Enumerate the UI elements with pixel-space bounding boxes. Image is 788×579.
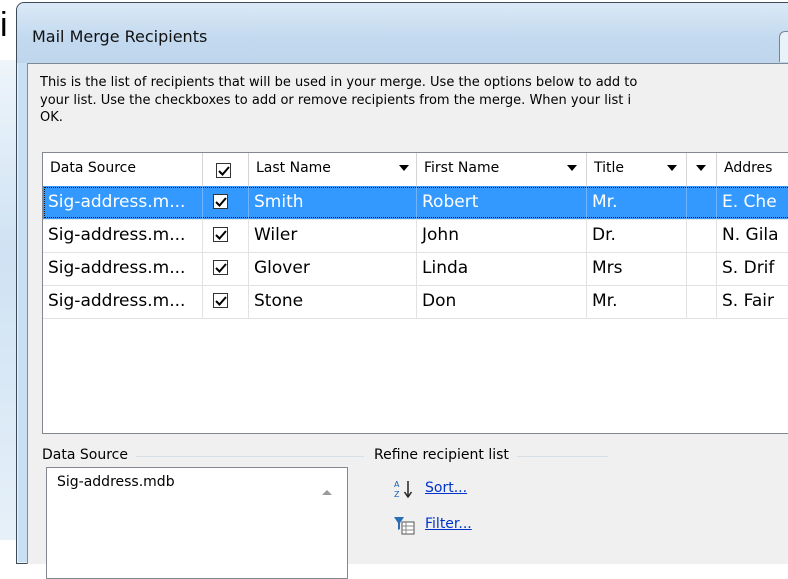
cell-include (203, 186, 249, 219)
cell-first-name: John (417, 219, 587, 252)
cell-data-source: Sig-address.m... (43, 219, 203, 252)
cell-address: S. Fair (722, 291, 774, 311)
chevron-down-icon[interactable] (567, 165, 577, 171)
include-checkbox[interactable] (213, 293, 228, 308)
data-source-item[interactable]: Sig-address.mdb (57, 474, 175, 490)
mail-merge-recipients-dialog: Mail Merge Recipients This is the list o… (16, 2, 788, 579)
cell-data-source: Sig-address.m... (43, 285, 203, 318)
cell-unnamed (687, 219, 717, 252)
grid-header: Data Source Last Name First Name Title A… (43, 153, 788, 187)
column-header-unnamed[interactable] (687, 153, 717, 186)
svg-text:Z: Z (394, 490, 400, 499)
check-mark-icon (218, 166, 230, 176)
check-mark-icon (215, 230, 227, 240)
check-mark-icon (215, 197, 227, 207)
data-source-label: Data Source (42, 447, 136, 463)
cell-last-name: Wiler (249, 219, 417, 252)
instructions-line-3: OK. (40, 110, 63, 125)
include-checkbox[interactable] (213, 194, 228, 209)
refine-recipient-list-label: Refine recipient list (374, 447, 517, 463)
chevron-down-icon[interactable] (696, 165, 706, 171)
cell-first-name: Linda (417, 252, 587, 285)
data-source-list[interactable]: Sig-address.mdb (46, 467, 348, 579)
chevron-down-icon[interactable] (399, 165, 409, 171)
cell-include (203, 219, 249, 252)
cell-include (203, 252, 249, 285)
filter-icon (394, 517, 415, 535)
cell-title: Dr. (587, 219, 687, 252)
instructions-line-1: This is the list of recipients that will… (40, 75, 638, 90)
filter-link[interactable]: Filter... (425, 516, 472, 532)
cell-unnamed (687, 186, 717, 219)
cell-first-name: Robert (417, 186, 587, 219)
column-header-address[interactable]: Addres (717, 153, 788, 186)
cell-last-name: Stone (249, 285, 417, 318)
title-bar[interactable]: Mail Merge Recipients (17, 3, 788, 63)
recipient-row[interactable]: Sig-address.m... Wiler John Dr. N. Gila (43, 219, 788, 253)
cell-unnamed (687, 285, 717, 318)
scroll-up-icon[interactable] (322, 490, 332, 495)
cell-title: Mr. (587, 285, 687, 318)
cell-data-source: Sig-address.m... (43, 186, 203, 219)
instructions-text: This is the list of recipients that will… (40, 74, 788, 127)
svg-text:A: A (394, 480, 400, 489)
cell-address: N. Gila (722, 225, 779, 245)
recipient-row[interactable]: Sig-address.m... Glover Linda Mrs S. Dri… (43, 252, 788, 286)
recipient-row[interactable]: Sig-address.m... Stone Don Mr. S. Fair (43, 285, 788, 319)
cell-title: Mr. (587, 186, 687, 219)
cell-last-name: Glover (249, 252, 417, 285)
recipients-grid[interactable]: Data Source Last Name First Name Title A… (42, 152, 788, 434)
sort-link[interactable]: Sort... (425, 480, 467, 496)
cell-last-name: Smith (249, 186, 417, 219)
sort-az-icon: A Z (394, 480, 413, 499)
cell-include (203, 285, 249, 318)
cell-first-name: Don (417, 285, 587, 318)
dialog-title: Mail Merge Recipients (32, 27, 208, 46)
column-header-data-source[interactable]: Data Source (43, 153, 203, 186)
check-mark-icon (215, 296, 227, 306)
chevron-down-icon[interactable] (667, 165, 677, 171)
column-header-select-all[interactable] (203, 153, 249, 186)
cell-data-source: Sig-address.m... (43, 252, 203, 285)
include-checkbox[interactable] (213, 260, 228, 275)
cell-address: S. Drif (722, 258, 775, 278)
instructions-line-2: your list. Use the checkboxes to add or … (40, 92, 632, 108)
select-all-checkbox[interactable] (216, 163, 231, 178)
include-checkbox[interactable] (213, 227, 228, 242)
window-frame-corner (779, 31, 788, 62)
recipient-row[interactable]: Sig-address.m... Smith Robert Mr. E. Che (43, 186, 788, 220)
check-mark-icon (215, 263, 227, 273)
dialog-client-area: This is the list of recipients that will… (27, 63, 788, 579)
cell-unnamed (687, 252, 717, 285)
column-header-last-name[interactable]: Last Name (249, 153, 417, 186)
column-header-first-name[interactable]: First Name (417, 153, 587, 186)
background-partial-text: i (0, 6, 8, 44)
cell-address: E. Che (722, 192, 777, 212)
cell-title: Mrs (587, 252, 687, 285)
column-header-title[interactable]: Title (587, 153, 687, 186)
